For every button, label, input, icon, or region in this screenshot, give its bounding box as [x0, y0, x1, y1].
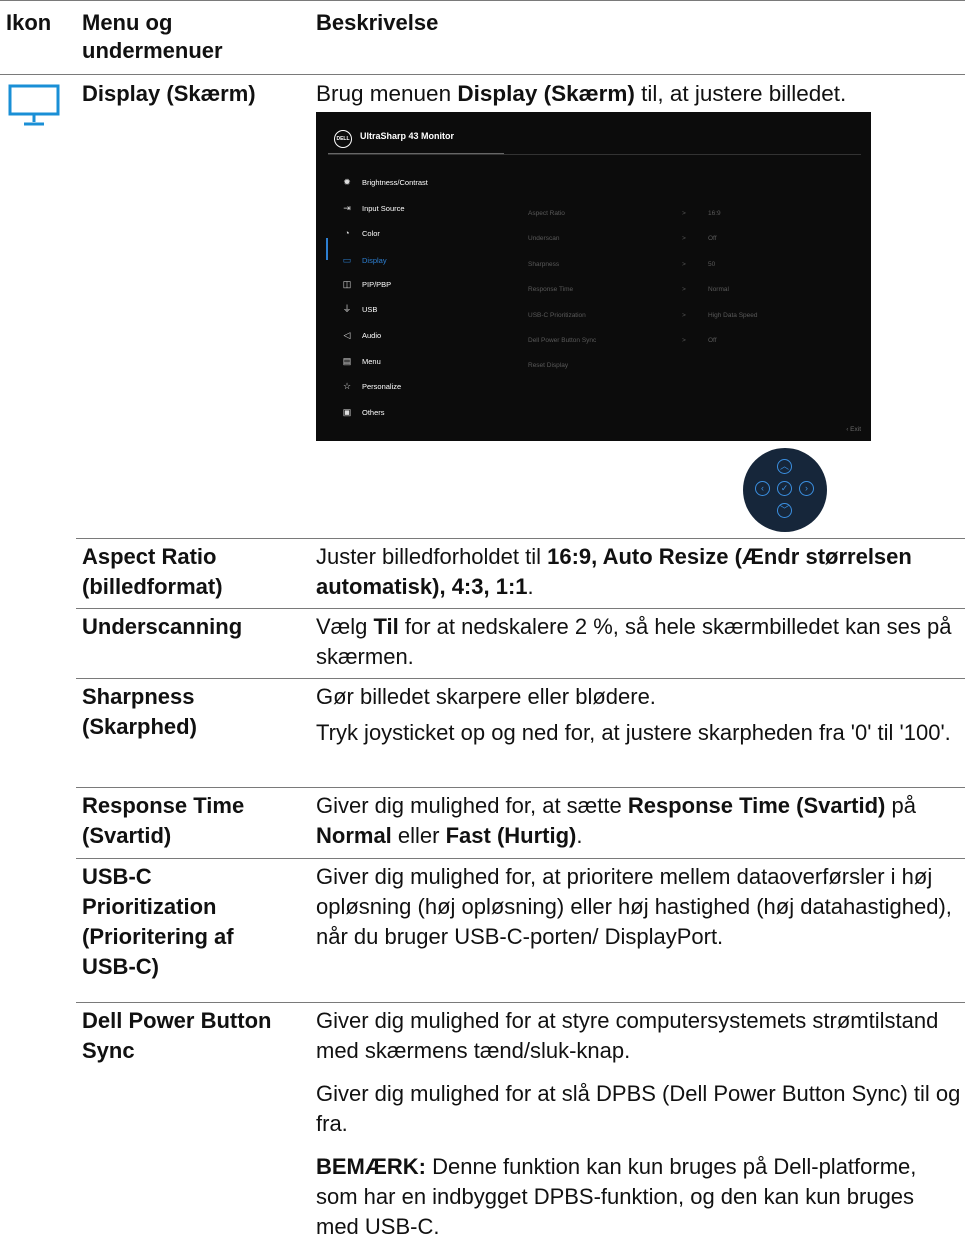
- chevron-right-icon: >: [682, 286, 686, 293]
- osd-submenu-value: High Data Speed: [708, 312, 758, 319]
- osd-submenu-row[interactable]: Response Time > Normal: [528, 283, 858, 297]
- aspect-ratio-description: Juster billedforholdet til 16:9, Auto Re…: [316, 544, 912, 599]
- osd-submenu-label: Aspect Ratio: [528, 210, 565, 217]
- joystick-down-icon: ﹀: [777, 503, 792, 518]
- osd-menu-label: Menu: [362, 357, 381, 366]
- osd-menu-item[interactable]: ◫ PIP/PBP: [340, 276, 510, 292]
- osd-menu-item[interactable]: ◁ Audio: [340, 327, 510, 343]
- osd-menu-item[interactable]: ✹ Brightness/Contrast: [340, 174, 510, 190]
- osd-submenu-value: 16:9: [708, 210, 721, 217]
- osd-menu-label: Audio: [362, 331, 382, 340]
- underscan-description: Vælg Til for at nedskalere 2 %, så hele …: [316, 614, 952, 669]
- chevron-right-icon: >: [682, 235, 686, 242]
- sharpness-description: Gør billedet skarpere eller blødere. Try…: [316, 684, 951, 745]
- chevron-right-icon: >: [682, 210, 686, 217]
- osd-submenu-value: Normal: [708, 286, 729, 293]
- osd-menu-label: Personalize: [362, 382, 402, 391]
- osd-menu-label: PIP/PBP: [362, 280, 392, 289]
- chevron-right-icon: >: [682, 261, 686, 268]
- display-menu-description: Brug menuen Display (Skærm) til, at just…: [316, 81, 847, 106]
- osd-submenu-value: Off: [708, 235, 717, 242]
- usb-icon: ⏚: [342, 304, 352, 314]
- display-icon: ▭: [342, 255, 352, 265]
- osd-menu-label: Color: [362, 229, 380, 238]
- osd-menu-item[interactable]: ⇥ Input Source: [340, 200, 510, 216]
- osd-submenu-row[interactable]: Reset Display: [528, 359, 858, 373]
- osd-submenu-label: Dell Power Button Sync: [528, 337, 597, 344]
- osd-screenshot: DELL UltraSharp 43 Monitor ✹ Brightness/C…: [316, 112, 871, 441]
- osd-menu-label: Display: [362, 256, 387, 265]
- joystick-diagram: ︿ ‹ ✓ › ﹀: [743, 448, 827, 532]
- column-header-icon: Ikon: [6, 10, 52, 35]
- osd-submenu-label: USB-C Prioritization: [528, 312, 586, 319]
- osd-title: UltraSharp 43 Monitor: [360, 131, 455, 141]
- osd-submenu-label: Sharpness: [528, 261, 560, 268]
- joystick-up-icon: ︿: [777, 459, 792, 474]
- usbc-prioritization-description: Giver dig mulighed for, at prioritere me…: [316, 864, 952, 949]
- table-header: Ikon Menu og undermenuer Beskrivelse: [0, 0, 965, 75]
- monitor-icon: [8, 84, 60, 126]
- response-time-name: Response Time (Svartid): [82, 793, 245, 848]
- osd-menu-label: Others: [362, 408, 385, 417]
- others-icon: ▣: [342, 407, 352, 417]
- dpbs-name: Dell Power Button Sync: [82, 1008, 272, 1063]
- aspect-ratio-name: Aspect Ratio (billedformat): [82, 544, 223, 599]
- osd-menu-item[interactable]: ▣ Others: [340, 404, 510, 420]
- osd-menu-item[interactable]: ☆ Personalize: [340, 378, 510, 394]
- display-menu-name: Display (Skærm): [82, 81, 256, 106]
- column-header-description: Beskrivelse: [316, 10, 439, 35]
- osd-submenu-row[interactable]: USB-C Prioritization > High Data Speed: [528, 309, 858, 323]
- joystick-center-icon: ✓: [777, 481, 792, 496]
- osd-menu-item[interactable]: ▭ Display: [340, 252, 510, 268]
- osd-menu-item[interactable]: ◔ Color: [340, 225, 510, 241]
- osd-submenu-value: Off: [708, 337, 717, 344]
- osd-menu-label: Input Source: [362, 204, 405, 213]
- osd-menu-item[interactable]: ▤ Menu: [340, 353, 510, 369]
- osd-submenu-row[interactable]: Dell Power Button Sync > Off: [528, 334, 858, 348]
- osd-submenu-row[interactable]: Sharpness >50: [528, 258, 858, 272]
- brightness-icon: ✹: [343, 177, 351, 187]
- dell-logo: DELL: [334, 130, 352, 148]
- column-header-menu: Menu og undermenuer: [82, 10, 223, 63]
- active-indicator: [326, 238, 328, 260]
- underscan-name: Underscanning: [82, 614, 243, 639]
- osd-menu-label: Brightness/Contrast: [362, 178, 428, 187]
- sharpness-name: Sharpness (Skarphed): [82, 684, 197, 739]
- joystick-right-icon: ›: [799, 481, 814, 496]
- joystick-left-icon: ‹: [755, 481, 770, 496]
- header-divider: [0, 74, 965, 75]
- audio-icon: ◁: [343, 330, 351, 340]
- exit-button[interactable]: ‹ Exit: [846, 426, 861, 433]
- osd-menu-label: USB: [362, 305, 378, 314]
- osd-submenu-label: Underscan: [528, 235, 560, 242]
- osd-submenu-value: 50: [708, 261, 716, 268]
- pip-pbp-icon: ◫: [342, 279, 352, 289]
- osd-submenu-label: Response Time: [528, 286, 574, 293]
- chevron-right-icon: >: [682, 312, 686, 319]
- osd-menu-item[interactable]: ⏚ USB: [340, 301, 510, 317]
- usbc-prioritization-name: USB-C Prioritization (Prioritering af US…: [82, 864, 234, 979]
- osd-submenu-label: Reset Display: [528, 362, 569, 369]
- response-time-description: Giver dig mulighed for, at sætte Respons…: [316, 793, 916, 848]
- osd-submenu-row[interactable]: Underscan > Off: [528, 232, 858, 246]
- input-source-icon: ⇥: [343, 203, 351, 213]
- dpbs-description: Giver dig mulighed for at styre computer…: [316, 1008, 961, 1239]
- color-icon: ◔: [344, 228, 350, 238]
- chevron-right-icon: >: [682, 337, 686, 344]
- menu-icon: ▤: [342, 356, 352, 366]
- osd-submenu-row[interactable]: Aspect Ratio >16:9: [528, 207, 858, 221]
- personalize-icon: ☆: [342, 381, 352, 391]
